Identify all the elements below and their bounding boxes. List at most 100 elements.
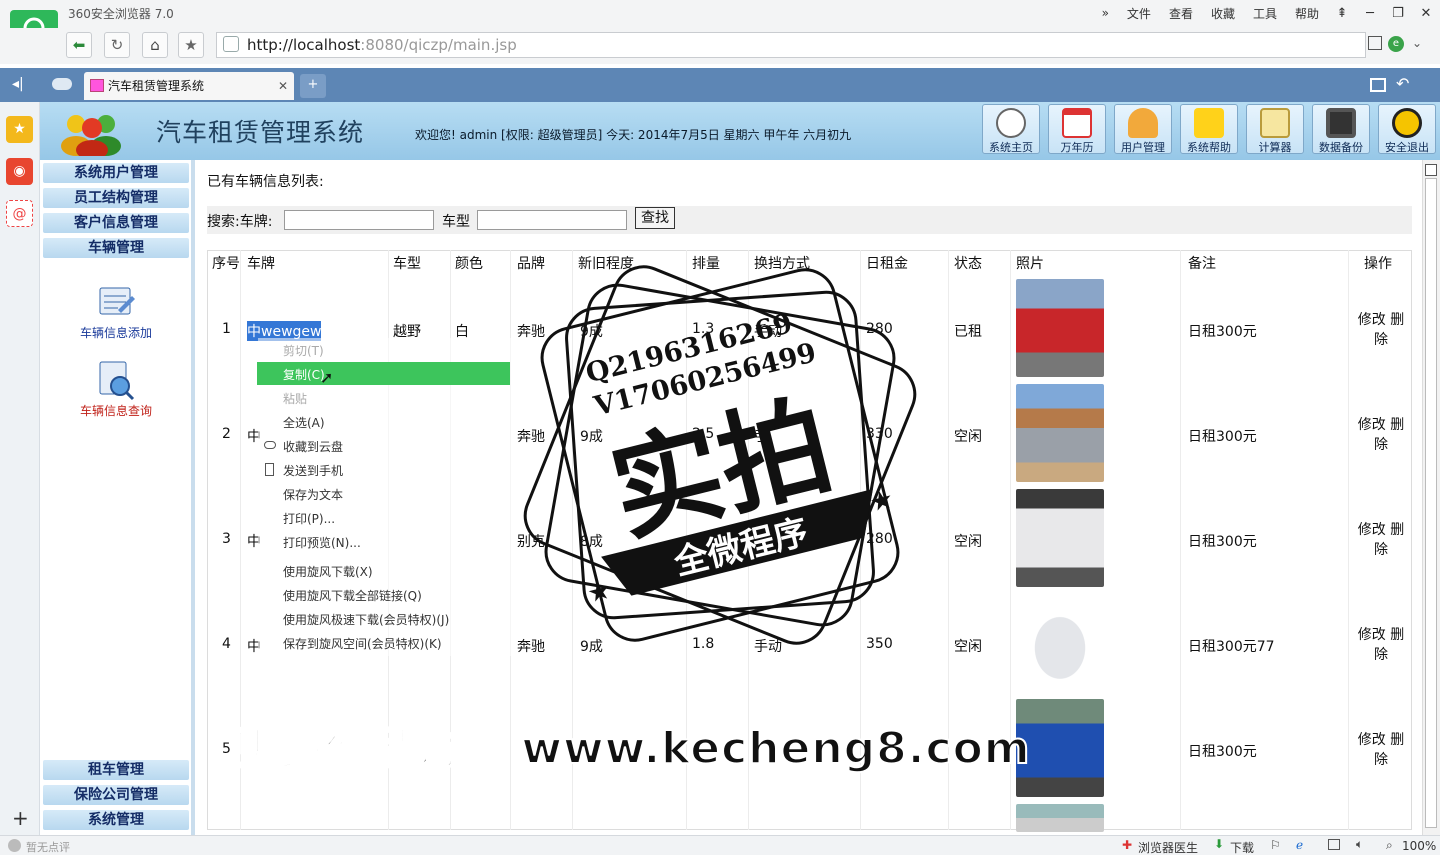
left-menu (40, 160, 195, 835)
col-photo: 照片 (1016, 256, 1044, 272)
tab-list-icon[interactable] (1370, 78, 1386, 92)
logout-button[interactable]: 安全退出 (1378, 104, 1436, 154)
vehicle-query-link[interactable]: 车辆信息查询 (70, 358, 162, 419)
minimize-icon[interactable]: ─ (1356, 6, 1384, 21)
cloud-icon[interactable] (52, 78, 72, 90)
home-page-button[interactable]: 系统主页 (982, 104, 1040, 154)
row4-actions[interactable]: 修改 删除 (1355, 625, 1407, 665)
plate-search-input[interactable] (284, 210, 434, 230)
row5-actions[interactable]: 修改 删除 (1355, 730, 1407, 770)
new-tab-button[interactable]: + (300, 74, 326, 98)
home-icon[interactable]: ⌂ (142, 32, 168, 58)
menu-favorites[interactable]: 收藏 (1202, 5, 1244, 22)
address-bar[interactable]: http://localhost:8080/qiczp/main.jsp (216, 32, 1366, 58)
ctx-print-preview[interactable]: 打印预览(N)... (283, 534, 361, 551)
zoom-level[interactable]: 100% (1402, 839, 1436, 853)
menu-customer-info[interactable]: 客户信息管理 (43, 213, 189, 233)
doctor-icon: ✚ (1122, 838, 1133, 852)
scroll-up-icon[interactable] (1425, 164, 1437, 176)
floppy-disk-icon (1326, 108, 1356, 138)
menu-system-users[interactable]: 系统用户管理 (43, 163, 189, 183)
url-host: http://localhost (247, 36, 361, 54)
phone-icon (265, 463, 274, 476)
browser-menu: » 文件 查看 收藏 工具 帮助 ⇞ ─ ❐ ✕ (1093, 0, 1440, 26)
tab-active[interactable]: 汽车租赁管理系统 ✕ (84, 72, 294, 100)
menu-system-management[interactable]: 系统管理 (43, 810, 189, 830)
menu-insurance-company[interactable]: 保险公司管理 (43, 785, 189, 805)
ie-engine-icon[interactable]: e (1388, 36, 1404, 52)
col-plate: 车牌 (247, 256, 275, 272)
menu-help[interactable]: 帮助 (1286, 5, 1328, 22)
col-status: 状态 (954, 256, 982, 272)
menu-vehicle-management[interactable]: 车辆管理 (43, 238, 189, 258)
list-title: 已有车辆信息列表: (207, 174, 324, 190)
calendar-button[interactable]: 万年历 (1048, 104, 1106, 154)
menu-more-icon[interactable]: » (1093, 6, 1118, 20)
menu-rental-management[interactable]: 租车管理 (43, 760, 189, 780)
vehicle-add-link[interactable]: 车辆信息添加 (70, 280, 162, 341)
window-icon[interactable] (1328, 839, 1340, 850)
ctx-xf-fast-download[interactable]: 使用旋风极速下载(会员特权)(J) (283, 611, 449, 628)
sidebar-toggle-icon[interactable]: ◂| (12, 76, 24, 92)
row3-status: 空闲 (954, 534, 982, 550)
favorite-star-icon[interactable]: ★ (178, 32, 204, 58)
add-sidebar-icon[interactable]: + (12, 806, 29, 830)
row1-actions[interactable]: 修改 删除 (1355, 310, 1407, 350)
ctx-xf-download[interactable]: 使用旋风下载(X) (283, 563, 373, 580)
scrollbar-thumb[interactable] (1425, 178, 1437, 828)
calculator-button[interactable]: 计算器 (1246, 104, 1304, 154)
refresh-icon[interactable]: ↻ (104, 32, 130, 58)
type-search-input[interactable] (477, 210, 627, 230)
page-favicon-icon (90, 79, 104, 92)
weibo-icon[interactable]: ◉ (6, 158, 33, 185)
menu-tools[interactable]: 工具 (1244, 5, 1286, 22)
ctx-xf-save-space[interactable]: 保存到旋风空间(会员特权)(K) (283, 635, 442, 652)
search-plate-label: 搜索:车牌: (207, 214, 273, 230)
download-link[interactable]: 下载 (1230, 839, 1254, 856)
row3-actions[interactable]: 修改 删除 (1355, 520, 1407, 560)
ctx-print[interactable]: 打印(P)... (283, 510, 335, 527)
undo-close-icon[interactable]: ↶ (1396, 74, 1409, 93)
restore-icon[interactable]: ❐ (1384, 6, 1412, 21)
pin-icon[interactable]: ⇞ (1328, 6, 1356, 21)
menu-file[interactable]: 文件 (1118, 5, 1160, 22)
ctx-select-all[interactable]: 全选(A) (283, 414, 325, 431)
car-photo (1016, 384, 1104, 482)
welcome-text: 欢迎您! admin [权限: 超级管理员] 今天: 2014年7月5日 星期六… (415, 128, 852, 142)
calculator-icon (1260, 108, 1290, 138)
qrcode-icon[interactable] (1368, 36, 1382, 50)
back-icon[interactable]: ⬅ (66, 32, 92, 58)
status-rating: 暂无点评 (26, 841, 70, 854)
power-icon (1392, 108, 1422, 138)
email-icon[interactable]: @ (6, 200, 33, 227)
row4-remark: 日租300元77 (1188, 639, 1275, 655)
row2-status: 空闲 (954, 429, 982, 445)
close-tab-icon[interactable]: ✕ (278, 72, 288, 100)
favorites-star-icon[interactable]: ★ (6, 116, 33, 143)
row3-remark: 日租300元 (1188, 534, 1257, 550)
ctx-xf-download-all[interactable]: 使用旋风下载全部链接(Q) (283, 587, 422, 604)
menu-view[interactable]: 查看 (1160, 5, 1202, 22)
menu-staff-structure[interactable]: 员工结构管理 (43, 188, 189, 208)
user-management-button[interactable]: 用户管理 (1114, 104, 1172, 154)
chevron-down-icon[interactable]: ⌄ (1412, 36, 1422, 50)
ctx-cut[interactable]: 剪切(T) (283, 342, 324, 359)
ctx-send-phone[interactable]: 发送到手机 (283, 462, 343, 479)
row2-actions[interactable]: 修改 删除 (1355, 415, 1407, 455)
ctx-save-text[interactable]: 保存为文本 (283, 486, 343, 503)
row3-no: 3 (222, 531, 231, 547)
volume-icon[interactable]: 🔈︎ (1356, 837, 1363, 852)
zoom-icon[interactable]: ⌕ (1386, 838, 1393, 853)
ctx-save-cloud[interactable]: 收藏到云盘 (283, 438, 343, 455)
system-help-button[interactable]: 系统帮助 (1180, 104, 1238, 154)
find-button[interactable]: 查找 (635, 207, 675, 229)
ctx-paste[interactable]: 粘贴 (283, 390, 307, 407)
ctx-copy[interactable]: 复制(C) (283, 366, 325, 383)
data-backup-button[interactable]: 数据备份 (1312, 104, 1370, 154)
ie-icon[interactable]: ℯ (1296, 838, 1303, 852)
close-window-icon[interactable]: ✕ (1412, 6, 1440, 21)
col-type: 车型 (393, 256, 421, 272)
browser-doctor[interactable]: 浏览器医生 (1138, 839, 1198, 856)
flag-icon[interactable]: ⚐ (1270, 838, 1281, 852)
car-photo (1016, 279, 1104, 377)
